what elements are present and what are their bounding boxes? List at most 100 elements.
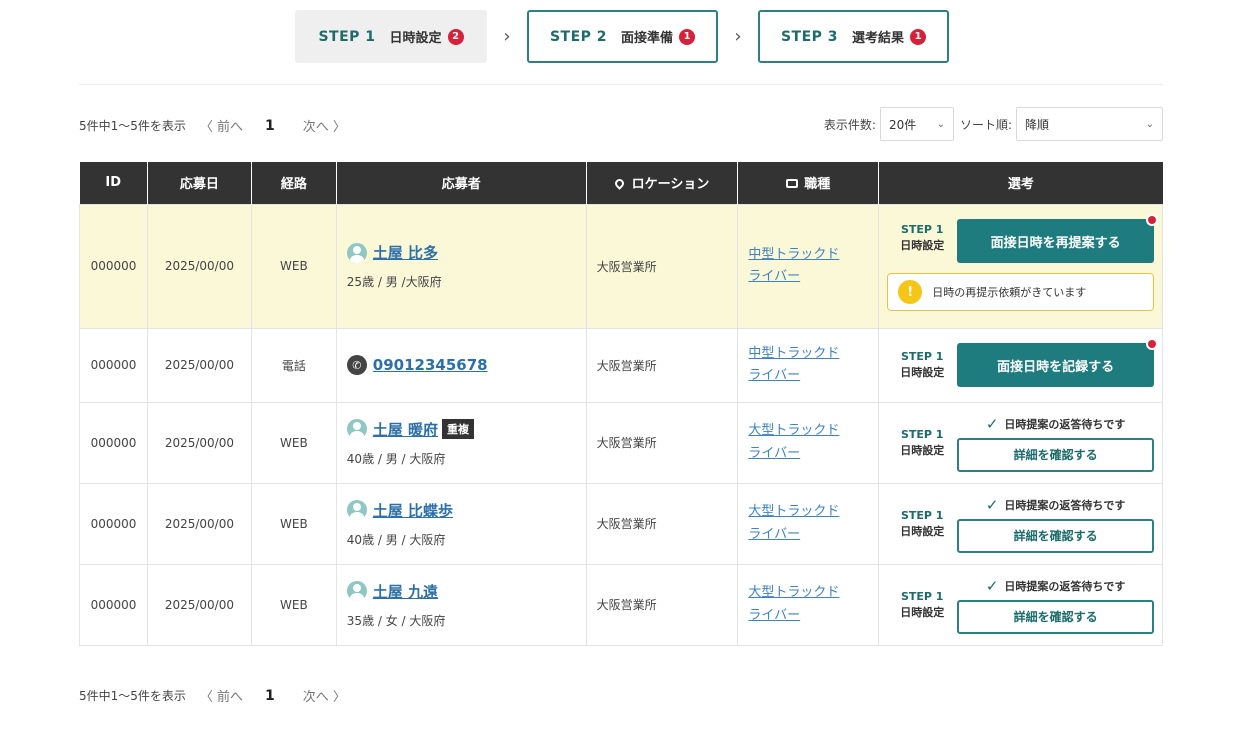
status-note: ✓ 日時提案の返答待ちです [957,576,1154,596]
job-link[interactable]: 中型トラックド ライバー [748,343,878,387]
step-name: 面接準備 [621,31,674,46]
cell-date: 2025/00/00 [146,203,252,329]
cell-job: 大型トラックド ライバー [737,482,880,565]
status-note: ✓ 日時提案の返答待ちです [957,495,1154,515]
check-icon: ✓ [985,576,999,595]
step-status-name: 日時設定 [900,366,945,379]
user-icon [346,242,367,263]
step-status-number: STEP 1 [900,508,944,522]
table-row: 000000 2025/00/00 WEB 土屋 比多 25歳 / 男 /大阪府… [79,203,1163,329]
warning-icon: ! [898,280,923,304]
notification-dot [1146,214,1158,226]
record-date-button[interactable]: 面接日時を記録する [957,338,1158,387]
status-note-text: 日時提案の返答待ちです [1004,417,1126,431]
job-link[interactable]: 大型トラックド ライバー [748,501,878,545]
briefcase-icon [786,179,799,189]
table-row: 000000 2025/00/00 電話 ✆ 09012345678 大阪営業所 … [79,327,1163,403]
job-line-2: ライバー [748,607,801,623]
job-line-1: 中型トラックド [748,345,840,361]
count-select[interactable]: 20件 ⌄ [879,107,954,141]
count-badge: 1 [910,28,927,45]
location-pin-icon [612,177,626,191]
step-status-name: 日時設定 [900,239,945,252]
cell-date: 2025/00/00 [146,327,252,403]
table-row: 000000 2025/00/00 WEB 土屋 九遠 35歳 / 女 / 大阪… [79,563,1163,646]
cell-route: WEB [250,482,337,565]
step-status: STEP 1 日時設定 [887,349,957,381]
job-line-2: ライバー [748,445,801,461]
view-details-button[interactable]: 詳細を確認する [957,599,1154,634]
check-icon: ✓ [985,414,999,433]
sort-select-value: 降順 [1025,117,1050,132]
applicant-detail: 35歳 / 女 / 大阪府 [346,613,446,628]
job-link[interactable]: 大型トラックド ライバー [748,582,878,626]
cell-location: 大阪営業所 [585,563,739,646]
cell-applicant: 土屋 暖府 重複 40歳 / 男 / 大阪府 [335,401,587,484]
user-icon [346,419,367,439]
job-link[interactable]: 中型トラックド ライバー [748,244,878,288]
chevron-down-icon: ⌄ [936,118,945,130]
table-header: ID 応募日 経路 応募者 ロケーション 職種 選考 [79,162,1163,204]
cell-selection: STEP 1 日時設定 ✓ 日時提案の返答待ちです 詳細を確認する [878,482,1163,565]
phone-number-link[interactable]: 09012345678 [373,356,488,374]
count-badge: 2 [447,28,464,45]
header-job: 職種 [737,162,880,204]
cell-route: WEB [250,401,337,484]
cell-id: 000000 [79,327,148,403]
applicant-name-link[interactable]: 土屋 比蝶歩 [373,500,453,521]
result-summary: 5件中1～5件を表示 [79,119,186,133]
job-line-1: 大型トラックド [748,585,840,601]
chevron-right-icon: › [503,26,511,47]
current-page[interactable]: 1 [265,688,275,704]
prev-page-link[interactable]: 〈 前へ [200,686,243,705]
job-link[interactable]: 大型トラックド ライバー [748,420,878,464]
table-row: 000000 2025/00/00 WEB 土屋 暖府 重複 40歳 / 男 / … [79,401,1163,484]
cell-applicant: 土屋 比多 25歳 / 男 /大阪府 [335,203,587,329]
applicant-name-link[interactable]: 土屋 九遠 [373,581,438,602]
header-applicant: 応募者 [336,162,587,204]
step-status-name: 日時設定 [900,605,945,619]
user-icon [346,581,367,601]
step-2-tab[interactable]: STEP 2 面接準備 1 [527,10,718,63]
cell-selection: STEP 1 日時設定 面接日時を記録する [878,327,1163,403]
cell-id: 000000 [79,482,148,565]
step-status: STEP 1 日時設定 [887,508,957,540]
step-status: STEP 1 日時設定 [887,427,957,459]
header-job-label: 職種 [804,177,831,193]
header-location: ロケーション [586,162,739,204]
repropose-date-button[interactable]: 面接日時を再提案する [957,214,1158,263]
cell-route: 電話 [250,327,337,403]
count-select-value: 20件 [888,117,917,132]
step-1-tab[interactable]: STEP 1 日時設定 2 [295,10,487,63]
applicant-name-link[interactable]: 土屋 比多 [373,242,438,263]
cell-applicant: 土屋 九遠 35歳 / 女 / 大阪府 [335,563,587,646]
cell-id: 000000 [79,563,148,646]
cell-date: 2025/00/00 [146,563,252,646]
next-page-link[interactable]: 次へ 〉 [303,686,346,705]
view-details-button[interactable]: 詳細を確認する [957,518,1154,553]
job-line-1: 中型トラックド [748,246,840,262]
cell-location: 大阪営業所 [585,482,739,565]
status-note: ✓ 日時提案の返答待ちです [957,414,1154,434]
current-page[interactable]: 1 [265,118,275,134]
job-line-2: ライバー [748,526,801,542]
cell-applicant: ✆ 09012345678 [335,327,587,403]
status-note-text: 日時提案の返答待ちです [1004,579,1126,593]
cell-job: 中型トラックド ライバー [737,327,880,403]
view-details-button[interactable]: 詳細を確認する [957,437,1154,472]
step-number: STEP 1 [318,28,376,45]
job-line-1: 大型トラックド [748,423,840,439]
chevron-down-icon: ⌄ [1145,118,1154,130]
next-page-link[interactable]: 次へ 〉 [303,116,346,135]
applicant-name-link[interactable]: 土屋 暖府 [373,419,438,440]
step-status-number: STEP 1 [900,589,944,603]
step-number: STEP 3 [780,28,839,45]
cell-id: 000000 [79,401,148,484]
chevron-right-icon: › [734,26,742,47]
cell-location: 大阪営業所 [585,401,739,484]
cell-applicant: 土屋 比蝶歩 40歳 / 男 / 大阪府 [335,482,587,565]
step-3-tab[interactable]: STEP 3 選考結果 1 [758,10,949,63]
applicant-table: ID 応募日 経路 応募者 ロケーション 職種 選考 000000 2025/0… [79,162,1163,646]
prev-page-link[interactable]: 〈 前へ [200,116,243,135]
sort-select[interactable]: 降順 ⌄ [1016,107,1163,141]
